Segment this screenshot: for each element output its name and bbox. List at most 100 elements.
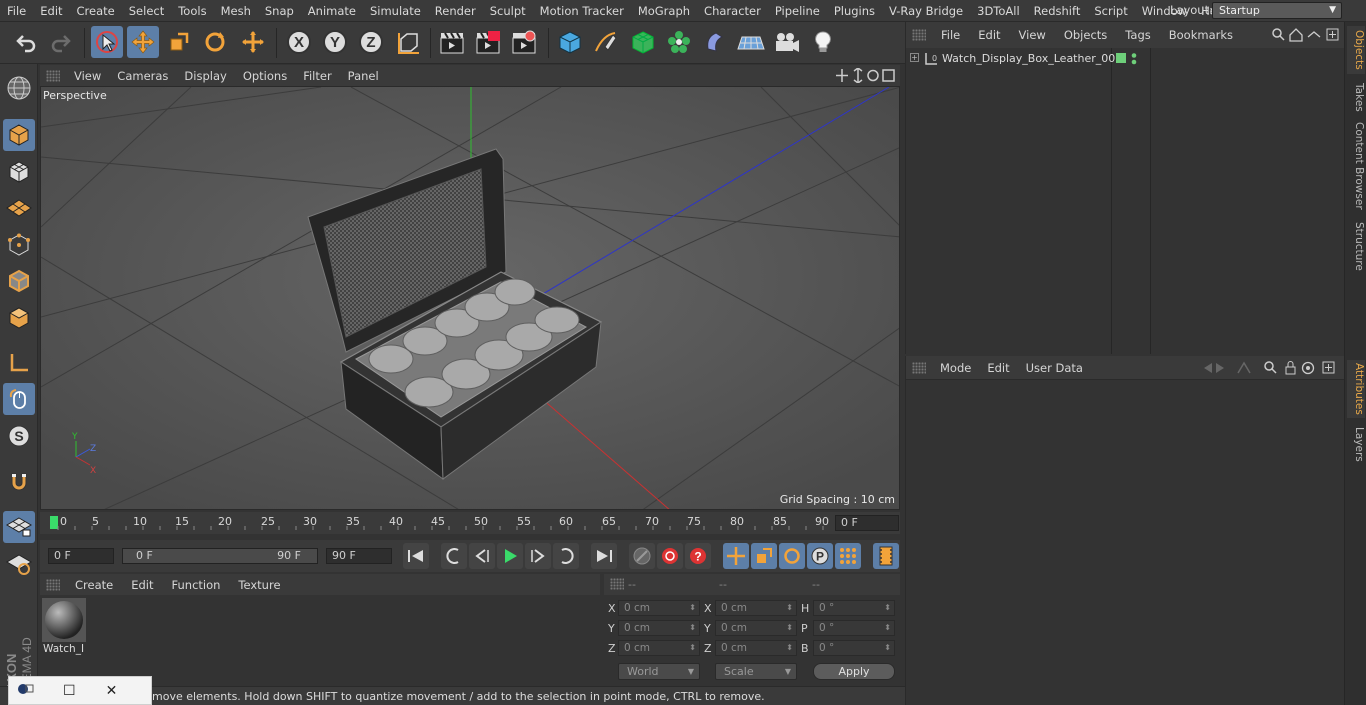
key-scale-button[interactable] [751, 543, 777, 569]
camera-button[interactable] [771, 26, 803, 58]
floor-button[interactable] [735, 26, 767, 58]
rotate-tool-button[interactable] [199, 26, 231, 58]
spline-pen-button[interactable] [590, 26, 622, 58]
render-settings-button[interactable] [508, 26, 540, 58]
key-parameter-button[interactable]: P [807, 543, 833, 569]
close-icon[interactable]: ✕ [106, 683, 118, 699]
light-button[interactable] [807, 26, 839, 58]
menu-render[interactable]: Render [428, 4, 483, 18]
perspective-viewport[interactable]: Y Z X Perspective Grid Spacing : 10 cm [40, 86, 900, 510]
viewport-menu-options[interactable]: Options [235, 69, 295, 83]
attribute-menu-user-data[interactable]: User Data [1018, 361, 1091, 375]
x-axis-lock-button[interactable]: X [283, 26, 315, 58]
tab-objects[interactable]: Objects [1347, 26, 1365, 74]
layout-select[interactable]: Startup ▼ [1212, 2, 1342, 19]
app-restore-icon[interactable] [17, 682, 37, 700]
menu-motion-tracker[interactable]: Motion Tracker [533, 4, 631, 18]
attribute-manager-nav-icons[interactable] [1202, 361, 1340, 375]
record-active-objects-button[interactable] [657, 543, 683, 569]
object-menu-edit[interactable]: Edit [969, 28, 1009, 42]
panel-grip-icon[interactable] [46, 578, 60, 591]
next-frame-button[interactable] [525, 543, 551, 569]
add-cube-button[interactable] [554, 26, 586, 58]
tab-attributes[interactable]: Attributes [1347, 360, 1365, 418]
menu-script[interactable]: Script [1087, 4, 1134, 18]
viewport-navigation-icons[interactable] [836, 68, 896, 83]
size-y-field[interactable]: 0 cm ⬍ [715, 620, 797, 636]
subdivision-surface-button[interactable] [627, 26, 659, 58]
object-menu-tags[interactable]: Tags [1116, 28, 1159, 42]
planar-workplane-button[interactable] [3, 548, 35, 580]
attribute-menu-mode[interactable]: Mode [932, 361, 979, 375]
object-menu-file[interactable]: File [932, 28, 969, 42]
previous-key-button[interactable] [441, 543, 467, 569]
object-row[interactable]: + 0 Watch_Display_Box_Leather_001 [906, 51, 1344, 68]
make-editable-button[interactable] [3, 72, 35, 104]
magnet-tool-button[interactable] [3, 466, 35, 498]
deformer-button[interactable] [699, 26, 731, 58]
menu-tools[interactable]: Tools [171, 4, 213, 18]
size-mode-dropdown[interactable]: Scale ▼ [715, 663, 797, 680]
go-to-end-button[interactable] [591, 543, 617, 569]
panel-grip-icon[interactable] [912, 29, 926, 41]
render-to-picture-viewer-button[interactable] [472, 26, 504, 58]
menu-sculpt[interactable]: Sculpt [483, 4, 533, 18]
transform-tool-button[interactable] [237, 26, 269, 58]
size-x-field[interactable]: 0 cm ⬍ [715, 600, 797, 616]
go-to-start-button[interactable] [403, 543, 429, 569]
menu-file[interactable]: File [0, 4, 33, 18]
panel-grip-icon[interactable] [912, 361, 926, 374]
viewport-menu-filter[interactable]: Filter [295, 69, 339, 83]
object-manager-nav-icons[interactable] [1272, 28, 1340, 42]
rotation-b-field[interactable]: 0 ° ⬍ [813, 640, 895, 656]
cloner-button[interactable] [663, 26, 695, 58]
model-mode-button[interactable] [3, 119, 35, 151]
attribute-menu-edit[interactable]: Edit [979, 361, 1017, 375]
object-menu-objects[interactable]: Objects [1055, 28, 1116, 42]
object-menu-bookmarks[interactable]: Bookmarks [1160, 28, 1242, 42]
menu-pipeline[interactable]: Pipeline [768, 4, 827, 18]
position-z-field[interactable]: 0 cm ⬍ [618, 640, 700, 656]
record-keys-disabled-button[interactable] [629, 543, 655, 569]
viewport-menu-panel[interactable]: Panel [340, 69, 387, 83]
material-menu-edit[interactable]: Edit [122, 578, 162, 592]
point-mode-button[interactable] [3, 229, 35, 261]
tab-content-browser[interactable]: Content Browser [1347, 120, 1365, 212]
next-key-button[interactable] [553, 543, 579, 569]
menu-create[interactable]: Create [70, 4, 122, 18]
menu-animate[interactable]: Animate [301, 4, 363, 18]
scale-tool-button[interactable] [163, 26, 195, 58]
layer-color-tag[interactable] [1116, 53, 1126, 63]
snapping-button[interactable]: S [3, 420, 35, 452]
menu-3dtoall[interactable]: 3DToAll [970, 4, 1027, 18]
texture-mode-button[interactable] [3, 156, 35, 188]
menu-select[interactable]: Select [122, 4, 171, 18]
viewport-menu-view[interactable]: View [66, 69, 109, 83]
key-pla-button[interactable] [835, 543, 861, 569]
frame-range-slider[interactable]: 0 F 90 F [122, 548, 318, 564]
menu-vray-bridge[interactable]: V-Ray Bridge [882, 4, 970, 18]
material-menu-texture[interactable]: Texture [229, 578, 289, 592]
menu-mesh[interactable]: Mesh [214, 4, 258, 18]
coordinate-system-button[interactable] [392, 26, 424, 58]
material-menu-create[interactable]: Create [66, 578, 122, 592]
viewport-menu-display[interactable]: Display [176, 69, 234, 83]
tab-layers[interactable]: Layers [1347, 424, 1365, 464]
menu-character[interactable]: Character [697, 4, 768, 18]
menu-edit[interactable]: Edit [33, 4, 69, 18]
enable-axis-button[interactable] [3, 347, 35, 379]
apply-button[interactable]: Apply [813, 663, 895, 680]
rotation-h-field[interactable]: 0 ° ⬍ [813, 600, 895, 616]
position-x-field[interactable]: 0 cm ⬍ [618, 600, 700, 616]
live-selection-button[interactable] [91, 26, 123, 58]
position-y-field[interactable]: 0 cm ⬍ [618, 620, 700, 636]
tweak-mode-button[interactable] [3, 383, 35, 415]
expand-icon[interactable]: + [910, 53, 919, 62]
current-frame-field[interactable]: 0 F [835, 515, 899, 531]
size-z-field[interactable]: 0 cm ⬍ [715, 640, 797, 656]
timeline-window-button[interactable] [873, 543, 899, 569]
key-rotation-button[interactable] [779, 543, 805, 569]
key-position-button[interactable] [723, 543, 749, 569]
undo-button[interactable] [10, 26, 42, 58]
timeline-ruler[interactable]: 0 5 10 15 20 25 30 35 40 45 50 55 60 65 … [40, 512, 900, 534]
